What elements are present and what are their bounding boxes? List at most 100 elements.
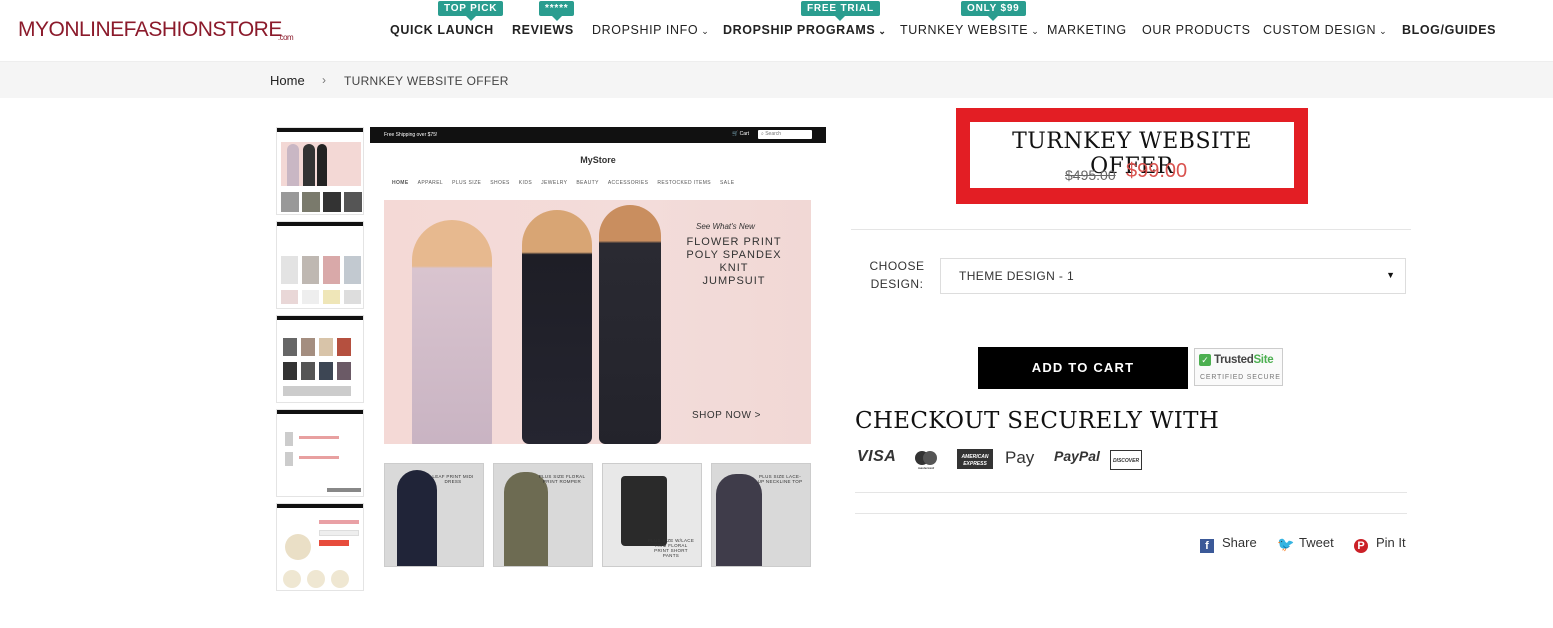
tile-label: PLUS SIZE LACE-UP NECKLINE TOP: [757, 474, 803, 484]
checkout-heading: CHECKOUT SECURELY WITH: [855, 408, 1220, 434]
nav-dropship-programs-label: DROPSHIP PROGRAMS: [723, 23, 876, 37]
chevron-down-icon: ⌄: [701, 26, 710, 36]
nav-blog-guides[interactable]: BLOG/GUIDES: [1402, 23, 1496, 37]
hero-tagline: See What's New: [696, 222, 755, 231]
chevron-down-icon: ⌄: [1379, 26, 1388, 36]
only-99-badge: ONLY $99: [961, 1, 1026, 21]
hero-line: POLY SPANDEX: [686, 249, 782, 261]
main-nav: TOP PICK QUICK LAUNCH ***** REVIEWS DROP…: [380, 0, 1510, 62]
apple-pay-icon: Pay: [1005, 448, 1034, 468]
twitter-icon: 🐦: [1277, 536, 1295, 552]
thumbnail-2[interactable]: [276, 221, 364, 309]
share-facebook-link[interactable]: f Share: [1200, 535, 1257, 553]
tile-figure: [621, 476, 667, 546]
preview-topbar: Free Shipping over $75! 🛒 Cart ⌕ Search: [370, 127, 826, 143]
share-twitter-link[interactable]: 🐦 Tweet: [1277, 535, 1334, 551]
nav-custom-design-label: CUSTOM DESIGN: [1263, 23, 1377, 37]
nav-dropship-programs[interactable]: DROPSHIP PROGRAMS ⌄: [723, 23, 887, 37]
chevron-down-icon: ⌄: [1031, 26, 1040, 36]
tile-figure: [397, 470, 437, 566]
divider: [851, 229, 1411, 230]
preview-nav-item: APPAREL: [417, 180, 444, 186]
thumbnail-3[interactable]: [276, 315, 364, 403]
logo-suffix: .com: [277, 33, 294, 42]
preview-tile: LEAF PRINT MIDI DRESS: [384, 463, 484, 567]
apple-pay-label: Pay: [1005, 448, 1035, 467]
thumbnail-4[interactable]: [276, 409, 364, 497]
tile-figure: [716, 474, 762, 566]
nav-our-products[interactable]: OUR PRODUCTS: [1142, 23, 1251, 37]
trusted-sub: CERTIFIED SECURE: [1200, 374, 1281, 381]
preview-nav-item: ACCESSORIES: [607, 180, 649, 186]
nav-turnkey-website[interactable]: TURNKEY WEBSITE ⌄: [900, 23, 1039, 37]
divider: [855, 492, 1407, 493]
thumbnail-1[interactable]: [276, 127, 364, 215]
share-pinterest-link[interactable]: P Pin It: [1354, 535, 1406, 553]
trusted-suffix: Site: [1253, 354, 1274, 366]
top-pick-badge: TOP PICK: [438, 1, 504, 21]
nav-custom-design[interactable]: CUSTOM DESIGN ⌄: [1263, 23, 1387, 37]
logo-text: MYONLINEFASHIONSTORE: [18, 18, 282, 41]
amex-icon: AMERICAN EXPRESS: [957, 449, 993, 472]
svg-text:AMERICAN: AMERICAN: [961, 454, 989, 460]
nav-quick-launch[interactable]: QUICK LAUNCH: [390, 23, 494, 37]
nav-reviews[interactable]: REVIEWS: [512, 23, 574, 37]
trusted-site-badge[interactable]: ✓ TrustedSite CERTIFIED SECURE: [1194, 348, 1283, 386]
preview-hero-banner: See What's New FLOWER PRINT POLY SPANDEX…: [384, 200, 811, 444]
hero-shop-now: SHOP NOW >: [692, 410, 761, 421]
hero-line: FLOWER PRINT: [686, 236, 782, 248]
site-logo[interactable]: MYONLINEFASHIONSTORE.com: [18, 18, 294, 42]
discover-icon: DISCOVER: [1110, 450, 1142, 473]
thumbnail-5[interactable]: [276, 503, 364, 591]
divider: [855, 513, 1407, 514]
preview-cart-label: Cart: [739, 131, 750, 137]
trusted-site-name: TrustedSite: [1214, 354, 1274, 366]
breadcrumb-separator: ›: [322, 73, 326, 87]
pinterest-icon: P: [1354, 539, 1368, 553]
main-product-image[interactable]: Free Shipping over $75! 🛒 Cart ⌕ Search …: [370, 127, 826, 581]
facebook-icon: f: [1200, 539, 1214, 553]
nav-dropship-info[interactable]: DROPSHIP INFO ⌄: [592, 23, 709, 37]
nav-dropship-info-label: DROPSHIP INFO: [592, 23, 699, 37]
payment-methods: VISA mastercard AMERICAN EXPRESS Pay PayP…: [857, 448, 1157, 472]
design-select[interactable]: THEME DESIGN - 1 ▼: [940, 258, 1406, 294]
pin-label: Pin It: [1376, 535, 1406, 550]
share-label: Share: [1222, 535, 1257, 550]
offer-inner: TURNKEY WEBSITE OFFER $495.00 $99.00: [970, 122, 1294, 188]
nav-marketing[interactable]: MARKETING: [1047, 23, 1127, 37]
tile-label: PLUS SIZE FLORAL PRINT ROMPER: [538, 474, 586, 484]
stars-badge: *****: [539, 1, 575, 21]
preview-nav-item: KIDS: [518, 180, 533, 186]
paypal-icon: PayPal: [1054, 448, 1100, 464]
tile-label: PLUS SIZE W/LACE TRIM FLORAL PRINT SHORT…: [647, 538, 695, 558]
preview-tile: PLUS SIZE LACE-UP NECKLINE TOP: [711, 463, 811, 567]
preview-search: ⌕ Search: [758, 130, 812, 139]
preview-tile: PLUS SIZE W/LACE TRIM FLORAL PRINT SHORT…: [602, 463, 702, 567]
checkmark-icon: ✓: [1199, 354, 1211, 366]
dropdown-arrow-icon: ▼: [1386, 270, 1395, 280]
model-figure: [522, 210, 592, 444]
preview-product-tiles: LEAF PRINT MIDI DRESS PLUS SIZE FLORAL P…: [384, 463, 812, 567]
breadcrumb-home-link[interactable]: Home: [270, 73, 305, 88]
mastercard-icon: mastercard: [913, 450, 939, 473]
nav-turnkey-website-label: TURNKEY WEBSITE: [900, 23, 1029, 37]
preview-nav-item: PLUS SIZE: [452, 180, 482, 186]
breadcrumb-current: TURNKEY WEBSITE OFFER: [344, 74, 509, 88]
choose-design-label: CHOOSE DESIGN:: [869, 259, 925, 291]
hero-line: KNIT: [719, 262, 749, 274]
preview-nav-item: HOME: [392, 180, 409, 186]
breadcrumb: Home › TURNKEY WEBSITE OFFER: [0, 62, 1553, 98]
offer-box: TURNKEY WEBSITE OFFER $495.00 $99.00: [956, 108, 1308, 204]
preview-nav-item: JEWELRY: [541, 180, 568, 186]
add-to-cart-button[interactable]: ADD TO CART: [978, 347, 1188, 389]
preview-nav: HOME APPAREL PLUS SIZE SHOES KIDS JEWELRY BEAU…: [392, 180, 743, 186]
svg-text:DISCOVER: DISCOVER: [1113, 458, 1140, 464]
site-header: MYONLINEFASHIONSTORE.com TOP PICK QUICK …: [0, 0, 1553, 62]
preview-cart: 🛒 Cart: [732, 131, 749, 137]
free-trial-badge: FREE TRIAL: [801, 1, 880, 21]
preview-shipping-text: Free Shipping over $75!: [384, 132, 438, 138]
visa-icon: VISA: [857, 448, 897, 465]
preview-tile: PLUS SIZE FLORAL PRINT ROMPER: [493, 463, 593, 567]
svg-text:EXPRESS: EXPRESS: [963, 461, 987, 467]
sale-price: $99.00: [1126, 160, 1188, 182]
